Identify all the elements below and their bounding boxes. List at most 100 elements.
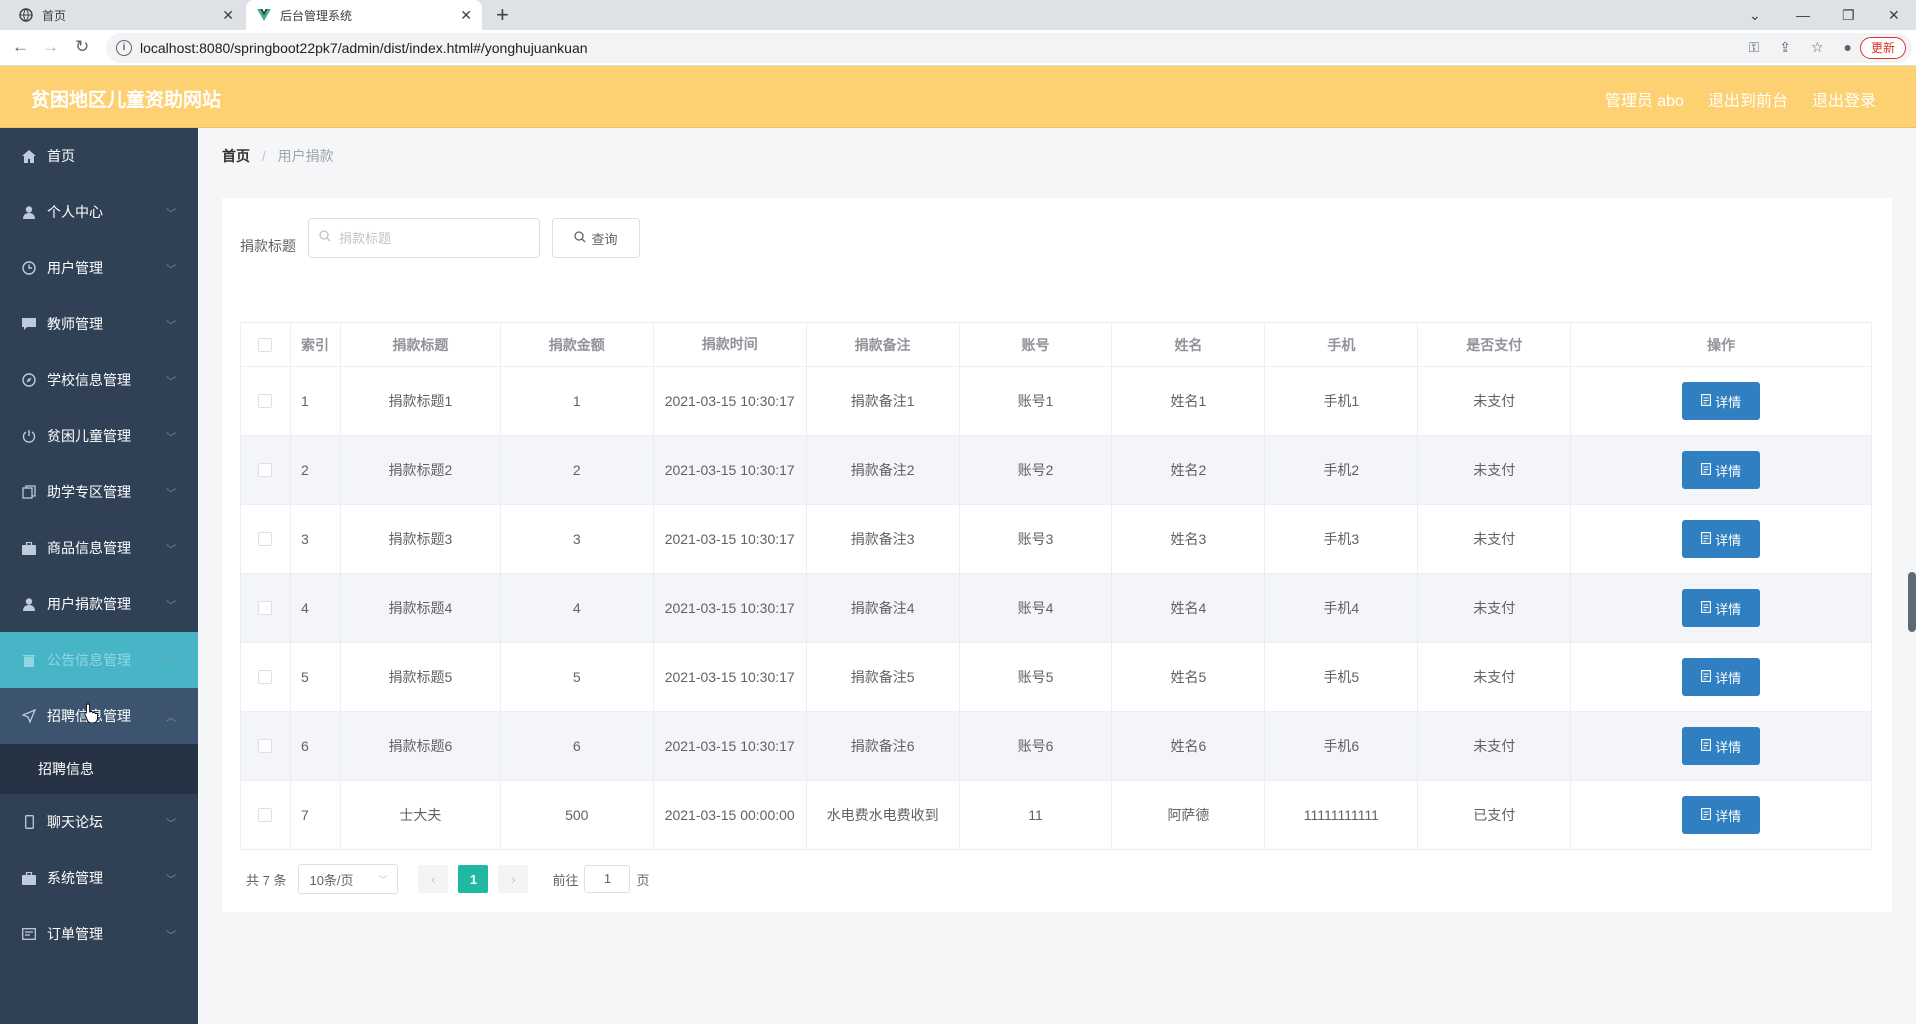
sidebar-item-school-info[interactable]: 学校信息管理 ﹀ — [0, 352, 198, 408]
pagination: 共 7 条 10条/页 ﹀ ‹ 1 › 前往 1 页 — [246, 864, 650, 894]
cell-name: 姓名3 — [1112, 505, 1266, 574]
reload-icon[interactable]: ↻ — [75, 37, 89, 57]
tab-search-icon[interactable]: ⌄ — [1749, 0, 1761, 30]
search-field[interactable] — [308, 218, 540, 258]
row-checkbox[interactable] — [258, 670, 273, 684]
table-row: 1 捐款标题1 1 2021-03-15 10:30:17 捐款备注1 账号1 姓名1 手机1… — [241, 367, 1873, 436]
row-checkbox[interactable] — [258, 463, 273, 477]
column-header: 捐款标题 — [340, 323, 501, 367]
user-icon — [22, 205, 36, 219]
cell-phone: 手机3 — [1265, 505, 1419, 574]
next-page-button[interactable]: › — [498, 865, 529, 893]
sidebar-item-goods-info[interactable]: 商品信息管理 ﹀ — [0, 520, 198, 576]
breadcrumb-home[interactable]: 首页 — [222, 148, 250, 164]
sidebar-item-label: 用户管理 — [47, 260, 103, 276]
search-input[interactable] — [339, 228, 529, 248]
admin-user-label: 管理员 abo — [1604, 93, 1684, 110]
restore-icon[interactable]: ❐ — [1842, 0, 1855, 30]
browser-tab-admin[interactable]: 后台管理系统 ✕ — [246, 0, 482, 30]
cell-donation-amount: 4 — [500, 574, 654, 643]
detail-button[interactable]: 详情 — [1682, 727, 1761, 765]
detail-button-label: 详情 — [1715, 808, 1742, 824]
query-button[interactable]: 查询 — [552, 218, 640, 258]
bookmark-star-icon[interactable]: ☆ — [1811, 39, 1824, 56]
back-icon[interactable]: ← — [12, 37, 29, 57]
sidebar-item-personal-center[interactable]: 个人中心 ﹀ — [0, 184, 198, 240]
cell-donation-title: 捐款标题5 — [340, 643, 501, 712]
row-checkbox[interactable] — [258, 739, 273, 753]
browser-addressbar: ← → ↻ i localhost:8080/springboot22pk7/a… — [0, 30, 1916, 66]
new-tab-icon[interactable]: + — [496, 2, 509, 28]
back-to-front-link[interactable]: 退出到前台 — [1708, 87, 1788, 111]
close-tab-icon[interactable]: ✕ — [222, 7, 234, 24]
minimize-icon[interactable]: — — [1796, 0, 1810, 30]
cell-actions: 详情 — [1571, 436, 1873, 505]
page-size-select[interactable]: 10条/页 ﹀ — [298, 864, 399, 894]
share-icon[interactable]: ⇪ — [1779, 39, 1791, 56]
sidebar-item-poor-children[interactable]: 贫困儿童管理 ﹀ — [0, 408, 198, 464]
sidebar-item-teacher-management[interactable]: 教师管理 ﹀ — [0, 296, 198, 352]
cell-donation-note: 捐款备注5 — [806, 643, 960, 712]
sidebar-item-notice-info[interactable]: 公告信息管理 ﹀ — [0, 632, 198, 688]
cell-actions: 详情 — [1571, 367, 1873, 436]
detail-button[interactable]: 详情 — [1682, 589, 1761, 627]
logout-link[interactable]: 退出登录 — [1812, 87, 1876, 111]
detail-button[interactable]: 详情 — [1682, 451, 1761, 489]
cell-donation-note: 捐款备注1 — [806, 367, 960, 436]
cell-donation-amount: 500 — [500, 781, 654, 850]
page-scrollbar[interactable] — [1908, 572, 1916, 632]
mouse-cursor-icon — [84, 703, 98, 723]
sidebar-item-label: 系统管理 — [47, 870, 103, 886]
window-close-icon[interactable]: ✕ — [1888, 0, 1900, 30]
cell-paid-status: 未支付 — [1418, 712, 1572, 781]
site-info-icon[interactable]: i — [116, 40, 132, 56]
detail-button[interactable]: 详情 — [1682, 382, 1761, 420]
pagination-total: 共 7 条 — [246, 872, 287, 888]
cell-donation-time: 2021-03-15 10:30:17 — [653, 436, 807, 505]
sidebar-item-student-aid[interactable]: 助学专区管理 ﹀ — [0, 464, 198, 520]
search-icon — [319, 230, 331, 245]
sidebar-subitem-recruitment-info[interactable]: 招聘信息 — [0, 744, 198, 794]
browser-tab-home[interactable]: 首页 ✕ — [8, 0, 244, 30]
table-header-row: 索引 捐款标题 捐款金额 捐款时间 捐款备注 账号 姓名 手机 是否支付 操作 — [241, 323, 1873, 367]
url-field[interactable]: i localhost:8080/springboot22pk7/admin/d… — [106, 33, 1912, 63]
delete-icon — [22, 653, 36, 667]
sidebar-item-home[interactable]: 首页 — [0, 128, 198, 184]
row-checkbox[interactable] — [258, 808, 273, 822]
donation-table: 索引 捐款标题 捐款金额 捐款时间 捐款备注 账号 姓名 手机 是否支付 操作 … — [240, 322, 1873, 850]
sidebar-item-system-management[interactable]: 系统管理 ﹀ — [0, 850, 198, 906]
breadcrumb-separator: / — [261, 148, 266, 164]
cell-index: 4 — [290, 574, 341, 643]
sidebar-item-chat-forum[interactable]: 聊天论坛 ﹀ — [0, 794, 198, 850]
sidebar-item-user-donation[interactable]: 用户捐款管理 ﹀ — [0, 576, 198, 632]
cell-donation-title: 捐款标题6 — [340, 712, 501, 781]
sidebar-item-recruitment[interactable]: 招聘信息管理 ︿ — [0, 688, 198, 744]
browser-tab-title: 后台管理系统 — [280, 8, 353, 23]
forward-icon[interactable]: → — [42, 37, 59, 57]
sidebar-item-user-management[interactable]: 用户管理 ﹀ — [0, 240, 198, 296]
prev-page-button[interactable]: ‹ — [418, 865, 449, 893]
row-checkbox[interactable] — [258, 394, 273, 408]
breadcrumb: 首页 / 用户捐款 — [222, 146, 334, 166]
detail-button[interactable]: 详情 — [1682, 520, 1761, 558]
cell-phone: 11111111111 — [1265, 781, 1419, 850]
cell-phone: 手机5 — [1265, 643, 1419, 712]
cell-name: 姓名5 — [1112, 643, 1266, 712]
profile-icon[interactable]: ● — [1844, 39, 1852, 56]
cell-checkbox — [241, 505, 291, 574]
close-tab-icon[interactable]: ✕ — [460, 7, 472, 24]
cell-donation-title: 士大夫 — [340, 781, 501, 850]
detail-button[interactable]: 详情 — [1682, 658, 1761, 696]
row-checkbox[interactable] — [258, 532, 273, 546]
page-number-current[interactable]: 1 — [458, 865, 489, 893]
key-icon[interactable]: ⚿ — [1749, 39, 1760, 56]
row-checkbox[interactable] — [258, 601, 273, 615]
browser-update-button[interactable]: 更新 — [1859, 37, 1906, 59]
detail-button[interactable]: 详情 — [1682, 796, 1761, 834]
goto-page-input[interactable]: 1 — [584, 865, 631, 893]
document-icon — [1701, 600, 1712, 616]
sidebar-item-order-management[interactable]: 订单管理 ﹀ — [0, 906, 198, 962]
cell-account: 账号2 — [959, 436, 1113, 505]
cell-donation-note: 捐款备注6 — [806, 712, 960, 781]
select-all-checkbox[interactable] — [258, 337, 273, 352]
